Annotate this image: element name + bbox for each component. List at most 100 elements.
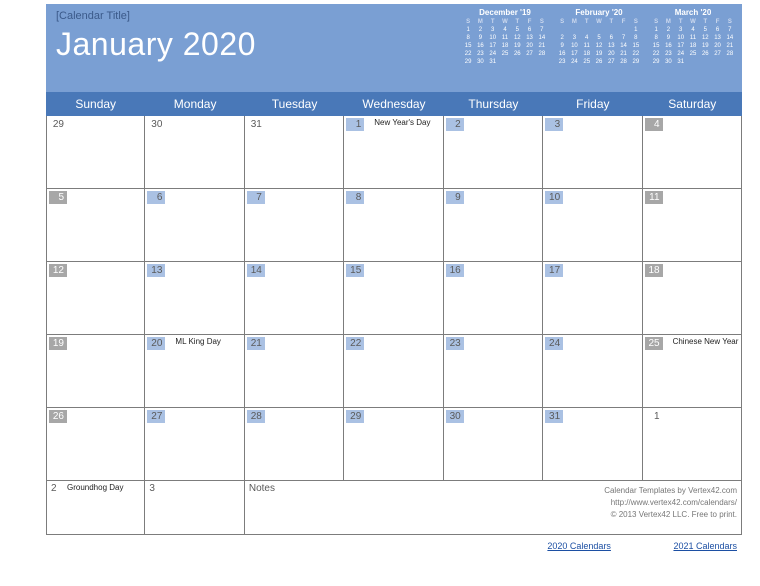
mini-dow: W	[499, 18, 511, 26]
mini-day: 26	[511, 50, 523, 58]
mini-day: 26	[699, 50, 711, 58]
day-number: 1	[346, 118, 364, 131]
day-number: 27	[147, 410, 165, 423]
day-number: 18	[645, 264, 663, 277]
overflow-cells: 2Groundhog Day3	[46, 481, 245, 535]
mini-day: 18	[581, 50, 593, 58]
day-cell: 8	[344, 189, 443, 262]
day-number: 17	[545, 264, 563, 277]
mini-dow: S	[462, 18, 474, 26]
mini-day: 28	[724, 50, 736, 58]
mini-dow: T	[581, 18, 593, 26]
mini-day: 25	[499, 50, 511, 58]
day-cell: 31	[543, 408, 642, 481]
day-cell: 9	[444, 189, 543, 262]
mini-day: 4	[581, 34, 593, 42]
mini-day: 27	[711, 50, 723, 58]
mini-day: 29	[650, 58, 662, 66]
mini-day: 8	[462, 34, 474, 42]
mini-dow: T	[605, 18, 617, 26]
mini-day: 3	[568, 34, 580, 42]
mini-day: 8	[650, 34, 662, 42]
mini-day: 19	[593, 50, 605, 58]
calendar-grid: 2930311New Year's Day2345678910111213141…	[46, 116, 742, 481]
day-header: Monday	[145, 92, 244, 116]
mini-day: 1	[462, 26, 474, 34]
day-number: 3	[149, 483, 155, 494]
mini-day: 12	[511, 34, 523, 42]
footer-links: 2020 Calendars 2021 Calendars	[46, 535, 742, 551]
mini-dow: S	[630, 18, 642, 26]
day-number: 31	[247, 118, 265, 131]
calendar-page: [Calendar Title] January 2020 December '…	[0, 0, 760, 555]
day-number: 2	[446, 118, 464, 131]
day-cell: 22	[344, 335, 443, 408]
mini-day: 6	[605, 34, 617, 42]
mini-day: 4	[499, 26, 511, 34]
mini-dow: T	[511, 18, 523, 26]
mini-day: 14	[617, 42, 629, 50]
mini-day: 17	[568, 50, 580, 58]
day-number: 26	[49, 410, 67, 423]
mini-day: 9	[662, 34, 674, 42]
mini-dow: S	[556, 18, 568, 26]
mini-calendar: March '20SMTWTFS123456789101112131415161…	[650, 8, 736, 66]
mini-day: 22	[650, 50, 662, 58]
day-cell: 30	[145, 116, 244, 189]
day-number: 24	[545, 337, 563, 350]
mini-day: 18	[499, 42, 511, 50]
mini-day: 6	[711, 26, 723, 34]
day-cell: 28	[245, 408, 344, 481]
mini-day: 2	[556, 34, 568, 42]
mini-day: 21	[617, 50, 629, 58]
mini-dow: S	[536, 18, 548, 26]
mini-day: 3	[675, 26, 687, 34]
mini-day: 11	[499, 34, 511, 42]
mini-day: 21	[536, 42, 548, 50]
mini-dow: M	[662, 18, 674, 26]
day-cell: 16	[444, 262, 543, 335]
mini-day: 31	[675, 58, 687, 66]
link-2021-calendars[interactable]: 2021 Calendars	[673, 541, 737, 551]
day-cell: 15	[344, 262, 443, 335]
day-cell: 12	[46, 262, 145, 335]
day-number: 6	[147, 191, 165, 204]
mini-day: 5	[593, 34, 605, 42]
day-cell: 11	[643, 189, 742, 262]
mini-dow: F	[711, 18, 723, 26]
day-number: 12	[49, 264, 67, 277]
notes-area: Notes Calendar Templates by Vertex42.com…	[245, 481, 742, 535]
day-cell: 14	[245, 262, 344, 335]
day-header: Tuesday	[245, 92, 344, 116]
day-cell: 21	[245, 335, 344, 408]
day-header: Thursday	[444, 92, 543, 116]
mini-day: 23	[662, 50, 674, 58]
day-cell: 3	[543, 116, 642, 189]
mini-day: 19	[511, 42, 523, 50]
mini-dow: T	[699, 18, 711, 26]
link-2020-calendars[interactable]: 2020 Calendars	[547, 541, 611, 551]
day-cell: 24	[543, 335, 642, 408]
day-number: 30	[446, 410, 464, 423]
day-header: Saturday	[643, 92, 742, 116]
mini-day: 14	[724, 34, 736, 42]
day-number: 4	[645, 118, 663, 131]
day-number: 31	[545, 410, 563, 423]
day-number: 7	[247, 191, 265, 204]
day-event: New Year's Day	[374, 118, 430, 127]
mini-day: 12	[699, 34, 711, 42]
day-cell: 1 New Year's Day	[344, 116, 443, 189]
bottom-row: 2Groundhog Day3 Notes Calendar Templates…	[46, 481, 742, 535]
mini-dow: W	[687, 18, 699, 26]
mini-dow: M	[474, 18, 486, 26]
mini-day: 1	[630, 26, 642, 34]
mini-dow: F	[617, 18, 629, 26]
day-number: 30	[147, 118, 165, 131]
week-row: 2930311New Year's Day234	[46, 116, 742, 189]
day-cell: 7	[245, 189, 344, 262]
mini-day: 2	[662, 26, 674, 34]
day-number: 11	[645, 191, 663, 204]
mini-day: 30	[474, 58, 486, 66]
mini-day: 21	[724, 42, 736, 50]
day-number: 19	[49, 337, 67, 350]
